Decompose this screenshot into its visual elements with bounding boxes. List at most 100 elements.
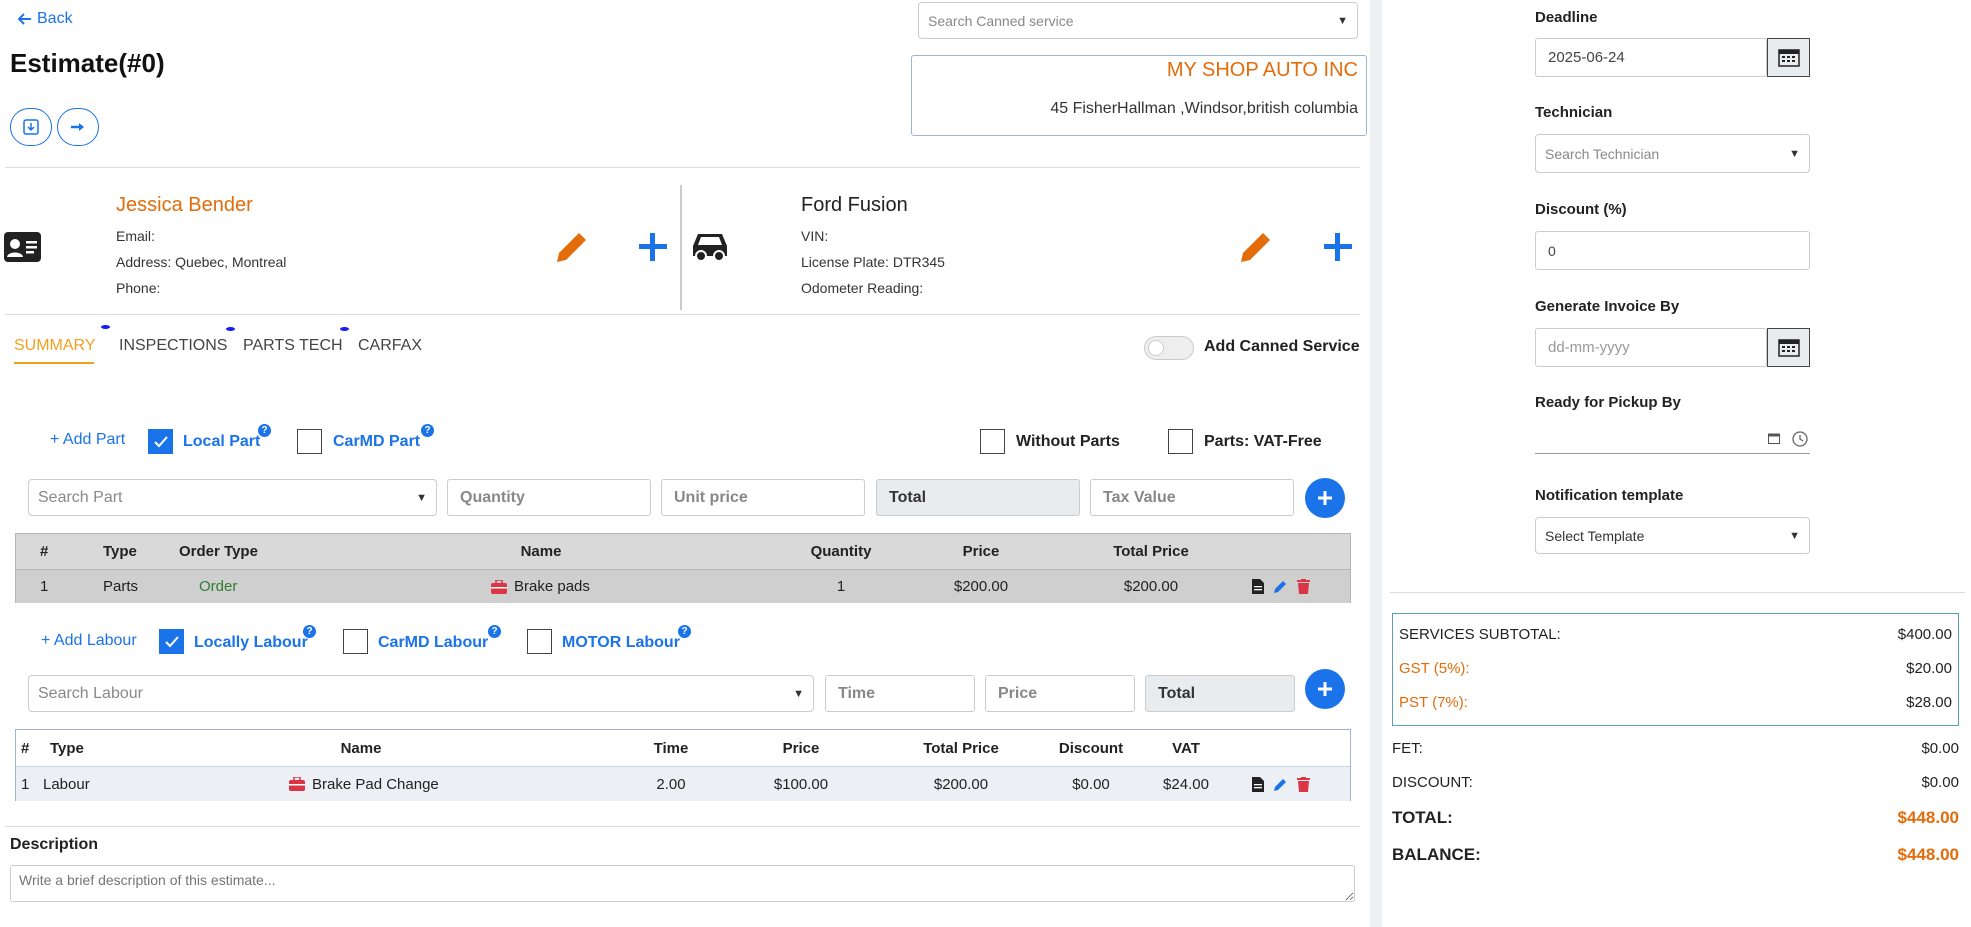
labour-time-input[interactable]: Time <box>825 675 975 712</box>
tab-parts-tech[interactable]: PARTS TECH <box>243 337 343 355</box>
save-draft-button[interactable] <box>10 108 52 146</box>
without-parts-checkbox[interactable] <box>980 429 1005 454</box>
vertical-divider <box>680 185 682 310</box>
chevron-down-icon: ▼ <box>1789 147 1800 160</box>
row-quantity: 1 <box>836 578 846 595</box>
col-num: # <box>21 739 30 757</box>
calendar-icon <box>1777 48 1800 67</box>
technician-label: Technician <box>1535 104 1613 121</box>
shop-address: 45 FisherHallman ,Windsor,british columb… <box>1050 100 1358 117</box>
without-parts-label: Without Parts <box>1016 433 1120 450</box>
file-icon[interactable] <box>1252 776 1264 792</box>
check-icon <box>164 635 179 647</box>
toolbox-icon <box>289 777 305 791</box>
row-total: $200.00 <box>933 775 989 793</box>
panel-divider <box>1370 0 1382 927</box>
generate-invoice-input[interactable]: dd-mm-yyyy <box>1535 328 1767 367</box>
toolbox-icon <box>491 579 507 594</box>
col-vat: VAT <box>1172 739 1200 757</box>
search-part-placeholder: Search Part <box>38 488 123 506</box>
add-labour-button[interactable] <box>1305 669 1345 709</box>
carmd-part-checkbox[interactable] <box>297 429 322 454</box>
pst-label: PST (7%): <box>1399 694 1468 711</box>
pencil-icon[interactable] <box>1273 579 1288 594</box>
table-row[interactable]: 1 Parts Order Brake pads 1 $200.00 $200.… <box>16 569 1350 603</box>
fet-label: FET: <box>1392 740 1423 757</box>
edit-vehicle-pencil-icon[interactable] <box>1237 230 1273 266</box>
shop-card: MY SHOP AUTO INC 45 FisherHallman ,Winds… <box>911 55 1367 136</box>
estimate-side-panel: Deadline 2025-06-24 Technician Search Te… <box>1382 0 1971 927</box>
canned-service-select[interactable]: Search Canned service ▼ <box>918 2 1358 39</box>
search-part-select[interactable]: Search Part ▼ <box>28 479 437 516</box>
technician-select[interactable]: Search Technician ▼ <box>1535 134 1810 173</box>
fet-row: FET: $0.00 <box>1392 740 1959 757</box>
car-icon <box>693 234 727 262</box>
deadline-input[interactable]: 2025-06-24 <box>1535 38 1767 77</box>
motor-labour-checkbox[interactable] <box>527 629 552 654</box>
row-total: $200.00 <box>1123 578 1179 595</box>
pencil-icon[interactable] <box>1273 777 1288 792</box>
clock-icon[interactable] <box>1792 431 1808 447</box>
trash-icon[interactable] <box>1297 776 1310 792</box>
customer-name[interactable]: Jessica Bender <box>116 194 253 217</box>
help-icon[interactable]: ? <box>678 625 691 638</box>
tab-summary[interactable]: SUMMARY <box>14 337 96 355</box>
edit-customer-pencil-icon[interactable] <box>553 230 589 266</box>
next-button[interactable] <box>57 108 99 146</box>
notification-template-select[interactable]: Select Template ▼ <box>1535 517 1810 554</box>
calendar-small-icon[interactable] <box>1768 433 1780 444</box>
plus-icon <box>1318 491 1332 505</box>
add-part-link[interactable]: + Add Part <box>50 431 125 449</box>
trash-icon[interactable] <box>1297 579 1310 594</box>
part-unit-price-input[interactable]: Unit price <box>661 479 865 516</box>
part-tax-input[interactable]: Tax Value <box>1090 479 1294 516</box>
discount-percent-input[interactable]: 0 <box>1535 231 1810 270</box>
active-tab-underline <box>14 362 94 364</box>
divider <box>5 826 1360 827</box>
vehicle-name[interactable]: Ford Fusion <box>801 194 908 217</box>
deadline-calendar-button[interactable] <box>1767 38 1810 77</box>
add-labour-link[interactable]: + Add Labour <box>41 632 137 650</box>
pickup-datetime-input[interactable] <box>1535 424 1810 454</box>
help-icon[interactable]: ? <box>488 625 501 638</box>
vehicle-plate: License Plate: DTR345 <box>801 254 945 270</box>
calendar-icon <box>1777 338 1800 357</box>
technician-placeholder: Search Technician <box>1545 145 1660 162</box>
col-type: Type <box>50 739 84 757</box>
tab-carfax[interactable]: CARFAX <box>358 337 422 355</box>
help-icon[interactable]: ? <box>303 625 316 638</box>
description-textarea[interactable] <box>10 865 1355 902</box>
add-canned-service-toggle[interactable] <box>1144 336 1194 360</box>
add-part-button[interactable] <box>1305 478 1345 518</box>
estimate-main-panel: Back Estimate(#0) Search Canned service … <box>0 0 1370 927</box>
balance-value: $448.00 <box>1897 845 1959 864</box>
canned-service-placeholder: Search Canned service <box>928 12 1074 29</box>
vat-free-checkbox[interactable] <box>1168 429 1193 454</box>
help-icon[interactable]: ? <box>421 424 434 437</box>
back-link[interactable]: Back <box>18 10 73 28</box>
add-customer-plus-icon[interactable] <box>637 231 669 263</box>
pst-value: $28.00 <box>1906 694 1952 711</box>
check-icon <box>153 435 168 447</box>
help-icon[interactable]: ? <box>258 424 271 437</box>
part-quantity-input[interactable]: Quantity <box>447 479 651 516</box>
local-labour-checkbox[interactable] <box>159 629 184 654</box>
table-header: # Type Name Time Price Total Price Disco… <box>16 730 1350 766</box>
table-row[interactable]: 1 Labour Brake Pad Change 2.00 $100.00 $… <box>16 766 1350 801</box>
tab-inspections[interactable]: INSPECTIONS <box>119 337 227 355</box>
col-num: # <box>40 543 49 560</box>
balance-label: BALANCE: <box>1392 845 1481 864</box>
search-labour-select[interactable]: Search Labour ▼ <box>28 675 814 712</box>
labour-price-input[interactable]: Price <box>985 675 1135 712</box>
id-card-icon <box>4 232 41 262</box>
balance-row: BALANCE: $448.00 <box>1392 845 1959 865</box>
generate-invoice-calendar-button[interactable] <box>1767 328 1810 367</box>
discount-label: DISCOUNT: <box>1392 774 1473 791</box>
local-part-checkbox[interactable] <box>148 429 173 454</box>
plus-icon <box>1318 682 1332 696</box>
add-vehicle-plus-icon[interactable] <box>1322 231 1354 263</box>
back-label: Back <box>37 10 73 27</box>
carmd-labour-checkbox[interactable] <box>343 629 368 654</box>
file-icon[interactable] <box>1252 579 1264 594</box>
row-num: 1 <box>40 578 49 595</box>
